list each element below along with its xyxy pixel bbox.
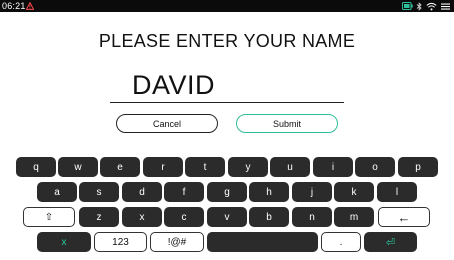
warning-icon	[26, 2, 34, 10]
key-u[interactable]: u	[270, 157, 310, 177]
key-x[interactable]: x	[122, 207, 162, 227]
key-e[interactable]: e	[100, 157, 140, 177]
key-p[interactable]: p	[398, 157, 438, 177]
key-s[interactable]: s	[79, 182, 119, 202]
key-z[interactable]: z	[79, 207, 119, 227]
status-time: 06:21	[2, 1, 26, 11]
key-w[interactable]: w	[58, 157, 98, 177]
page-title: PLEASE ENTER YOUR NAME	[98, 31, 356, 51]
key-b[interactable]: b	[249, 207, 289, 227]
key-g[interactable]: g	[207, 182, 247, 202]
key-f[interactable]: f	[164, 182, 204, 202]
key-c[interactable]: c	[164, 207, 204, 227]
backspace-key[interactable]: ←	[378, 207, 430, 227]
key-o[interactable]: o	[355, 157, 395, 177]
period-key[interactable]: .	[321, 232, 361, 252]
key-h[interactable]: h	[249, 182, 289, 202]
battery-icon	[402, 2, 413, 10]
menu-icon[interactable]	[440, 2, 451, 11]
close-keyboard-key[interactable]: x	[37, 232, 91, 252]
key-r[interactable]: r	[143, 157, 183, 177]
enter-key[interactable]: ⏎	[364, 232, 417, 252]
cancel-button[interactable]: Cancel	[116, 114, 218, 133]
symbols-key[interactable]: !@#	[150, 232, 204, 252]
key-q[interactable]: q	[16, 157, 56, 177]
shift-key[interactable]: ⇧	[23, 207, 75, 227]
key-i[interactable]: i	[313, 157, 353, 177]
key-v[interactable]: v	[207, 207, 247, 227]
key-j[interactable]: j	[292, 182, 332, 202]
status-bar: 06:21	[0, 0, 454, 12]
key-t[interactable]: t	[185, 157, 225, 177]
key-n[interactable]: n	[292, 207, 332, 227]
key-y[interactable]: y	[228, 157, 268, 177]
numbers-key[interactable]: 123	[94, 232, 147, 252]
submit-button[interactable]: Submit	[236, 114, 338, 133]
space-key[interactable]	[207, 232, 318, 252]
key-k[interactable]: k	[334, 182, 374, 202]
key-m[interactable]: m	[334, 207, 374, 227]
key-l[interactable]: l	[377, 182, 417, 202]
name-input-underline	[110, 102, 344, 103]
bluetooth-icon	[416, 1, 422, 11]
name-input[interactable]: DAVID	[132, 70, 215, 101]
key-d[interactable]: d	[122, 182, 162, 202]
key-a[interactable]: a	[37, 182, 77, 202]
wifi-icon	[426, 2, 437, 10]
